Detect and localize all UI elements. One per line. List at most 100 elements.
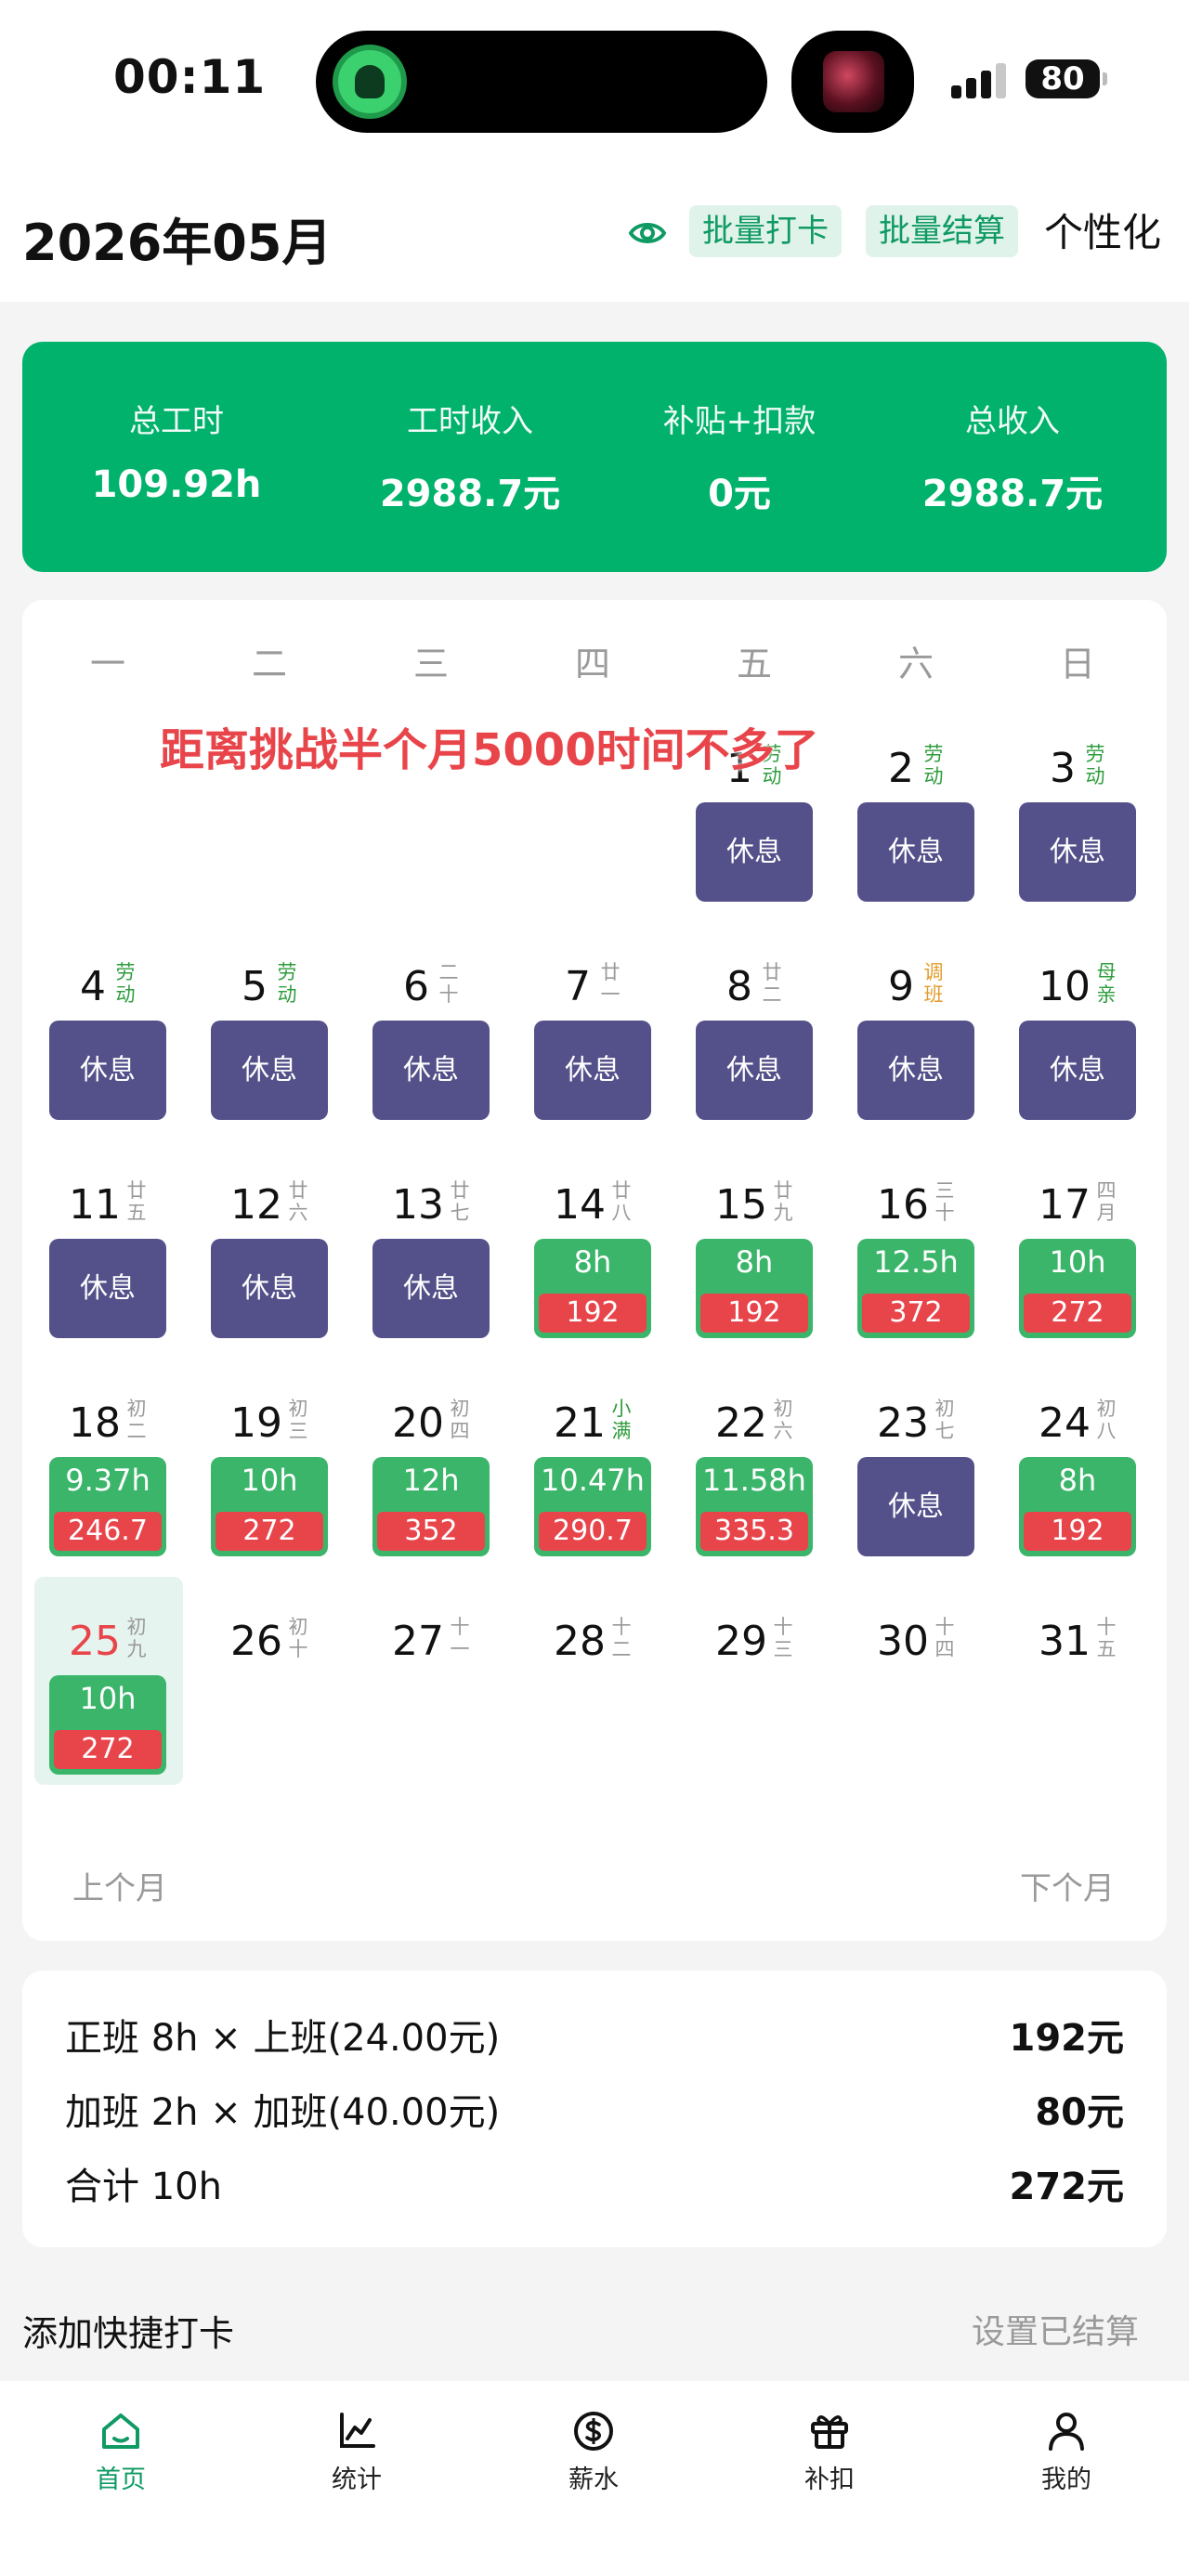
- rest-badge[interactable]: 休息: [211, 1021, 328, 1120]
- calendar-day-20[interactable]: 20: [392, 1399, 444, 1447]
- calendar-day-23[interactable]: 23: [877, 1399, 929, 1447]
- calendar-day-16[interactable]: 16: [877, 1181, 929, 1229]
- lunar-label: 廿八: [611, 1179, 632, 1224]
- batch-settle-button[interactable]: 批量结算: [866, 205, 1018, 257]
- lunar-label: 廿一: [600, 961, 621, 1006]
- work-badge[interactable]: 8h 192: [534, 1239, 651, 1338]
- work-badge[interactable]: 11.58h 335.3: [696, 1457, 813, 1556]
- rest-badge[interactable]: 休息: [372, 1239, 490, 1338]
- calendar-day-24[interactable]: 24: [1039, 1399, 1091, 1447]
- next-month-button[interactable]: 下个月: [1020, 1863, 1115, 1908]
- calendar-day-3[interactable]: 3: [1050, 745, 1076, 792]
- lunar-label: 廿二: [762, 961, 782, 1006]
- calendar-day-21[interactable]: 21: [554, 1399, 606, 1447]
- total-income: 总收入 2988.7元: [921, 403, 1104, 515]
- rest-badge[interactable]: 休息: [696, 1021, 813, 1120]
- calendar-day-18[interactable]: 18: [69, 1399, 121, 1447]
- add-quick-punch-button[interactable]: 添加快捷打卡: [22, 2305, 234, 2356]
- page-title[interactable]: 2026年05月: [22, 202, 332, 275]
- dynamic-island: [316, 31, 767, 133]
- lunar-label: 三十: [934, 1179, 955, 1224]
- work-pay: 192: [1024, 1512, 1131, 1551]
- personalize-button[interactable]: 个性化: [1044, 202, 1161, 258]
- calendar-day-31[interactable]: 31: [1039, 1618, 1091, 1665]
- set-settled-button[interactable]: 设置已结算: [972, 2305, 1139, 2353]
- lunar-label: 劳动: [1085, 743, 1105, 787]
- work-badge[interactable]: 8h 192: [1019, 1457, 1136, 1556]
- batch-punch-button[interactable]: 批量打卡: [689, 205, 842, 257]
- calendar-day-2[interactable]: 2: [888, 745, 914, 792]
- work-pay: 335.3: [700, 1512, 808, 1551]
- tab-allowance[interactable]: 补扣: [755, 2409, 904, 2495]
- rest-badge[interactable]: 休息: [49, 1021, 166, 1120]
- lunar-label: 四月: [1096, 1179, 1117, 1224]
- work-badge[interactable]: 12.5h 372: [857, 1239, 974, 1338]
- lunar-label: 初六: [773, 1398, 793, 1442]
- calendar-day-22[interactable]: 22: [715, 1399, 767, 1447]
- eye-icon[interactable]: [628, 214, 667, 253]
- calendar-day-30[interactable]: 30: [877, 1618, 929, 1665]
- calendar-day-5[interactable]: 5: [242, 963, 268, 1010]
- calendar-day-27[interactable]: 27: [392, 1618, 444, 1665]
- calendar-day-26[interactable]: 26: [230, 1618, 282, 1665]
- rest-badge[interactable]: 休息: [534, 1021, 651, 1120]
- lunar-label: 母亲: [1096, 961, 1117, 1006]
- lunar-label: 十一: [450, 1616, 470, 1660]
- calendar-day-9[interactable]: 9: [888, 963, 914, 1010]
- calendar-day-19[interactable]: 19: [230, 1399, 282, 1447]
- tab-mine[interactable]: 我的: [992, 2409, 1141, 2495]
- battery-icon: 80: [1026, 59, 1107, 98]
- challenge-banner: 距离挑战半个月5000时间不多了: [160, 724, 819, 776]
- calendar-day-14[interactable]: 14: [554, 1181, 606, 1229]
- tab-salary[interactable]: 薪水: [519, 2409, 668, 2495]
- work-badge[interactable]: 8h 192: [696, 1239, 813, 1338]
- work-hours: 11.58h: [702, 1463, 806, 1498]
- work-badge[interactable]: 10h 272: [49, 1675, 166, 1775]
- tab-stats[interactable]: 统计: [282, 2409, 431, 2495]
- lunar-label: 劳动: [277, 961, 297, 1006]
- rest-badge[interactable]: 休息: [49, 1239, 166, 1338]
- detail-amount: 272元: [1009, 2166, 1125, 2208]
- app-activity-icon: [333, 45, 407, 119]
- rest-badge[interactable]: 休息: [857, 1021, 974, 1120]
- work-badge[interactable]: 10h 272: [211, 1457, 328, 1556]
- tab-home[interactable]: 首页: [46, 2409, 195, 2495]
- weekday-label: 二: [251, 644, 287, 684]
- rest-badge[interactable]: 休息: [1019, 1021, 1136, 1120]
- profile-icon: [1049, 2413, 1084, 2451]
- calendar-day-7[interactable]: 7: [565, 963, 591, 1010]
- calendar-day-17[interactable]: 17: [1039, 1181, 1091, 1229]
- calendar-day-29[interactable]: 29: [715, 1618, 767, 1665]
- status-bar: 00:11 80: [0, 0, 1189, 163]
- work-hours: 10h: [1049, 1244, 1106, 1280]
- work-badge[interactable]: 12h 352: [372, 1457, 490, 1556]
- rest-badge[interactable]: 休息: [372, 1021, 490, 1120]
- rest-badge[interactable]: 休息: [696, 802, 813, 902]
- work-badge[interactable]: 10.47h 290.7: [534, 1457, 651, 1556]
- work-badge[interactable]: 10h 272: [1019, 1239, 1136, 1338]
- weekday-label: 六: [897, 644, 934, 684]
- calendar-day-12[interactable]: 12: [230, 1181, 282, 1229]
- rest-badge[interactable]: 休息: [211, 1239, 328, 1338]
- calendar-day-11[interactable]: 11: [69, 1181, 121, 1229]
- work-pay: 272: [1024, 1294, 1131, 1333]
- work-pay: 272: [54, 1730, 162, 1769]
- calendar-day-15[interactable]: 15: [715, 1181, 767, 1229]
- allowance-deduction: 补贴+扣款 0元: [662, 403, 817, 515]
- calendar-day-28[interactable]: 28: [554, 1618, 606, 1665]
- day-detail-card: 正班 8h × 上班(24.00元) 192元 加班 2h × 加班(40.00…: [22, 1971, 1167, 2247]
- rest-badge[interactable]: 休息: [857, 802, 974, 902]
- calendar-day-8[interactable]: 8: [726, 963, 752, 1010]
- calendar-day-25[interactable]: 25: [69, 1618, 121, 1665]
- calendar-day-10[interactable]: 10: [1039, 963, 1091, 1010]
- work-badge[interactable]: 9.37h 246.7: [49, 1457, 166, 1556]
- rest-badge[interactable]: 休息: [1019, 802, 1136, 902]
- rest-badge[interactable]: 休息: [857, 1457, 974, 1556]
- lunar-label: 初四: [450, 1398, 470, 1442]
- work-hours: 8h: [735, 1244, 774, 1280]
- calendar-day-6[interactable]: 6: [403, 963, 429, 1010]
- calendar-day-4[interactable]: 4: [80, 963, 106, 1010]
- prev-month-button[interactable]: 上个月: [72, 1863, 167, 1908]
- detail-label: 正班 8h × 上班(24.00元): [65, 2017, 501, 2060]
- calendar-day-13[interactable]: 13: [392, 1181, 444, 1229]
